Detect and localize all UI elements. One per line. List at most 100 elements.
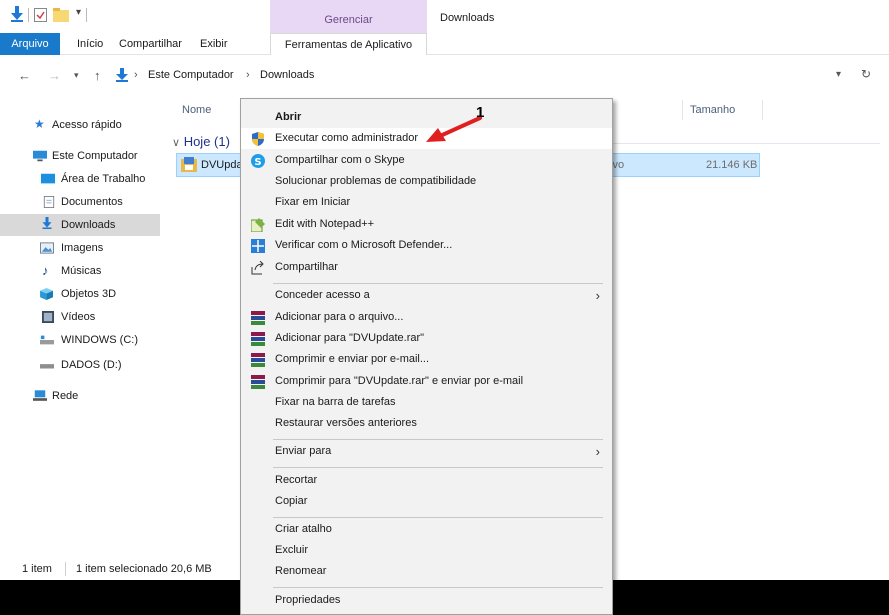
menu-item-compartilhar[interactable]: Compartilhar [241,257,612,278]
sidebar-item-dados-d[interactable]: DADOS (D:) [0,354,160,376]
menu-item-recortar[interactable]: Recortar [241,470,612,491]
file-name[interactable]: DVUpda [201,159,243,171]
sidebar-item-label: Imagens [61,242,104,254]
defender-icon [251,239,265,253]
forward-arrow-icon[interactable]: → [48,68,61,83]
menu-separator [273,517,603,518]
tab-exibir[interactable]: Exibir [193,33,235,55]
drive-icon [40,364,54,369]
sidebar-item-label: Este Computador [52,150,138,162]
menu-item-adicionar-rar[interactable]: Adicionar para "DVUpdate.rar" [241,328,612,349]
computer-icon [33,150,47,162]
status-selection: 1 item selecionado 20,6 MB [76,563,212,575]
menu-separator [273,467,603,468]
menu-separator [273,587,603,588]
menu-separator [273,283,603,284]
menu-item-compartilhar-skype[interactable]: S Compartilhar com o Skype [241,150,612,171]
new-folder-icon[interactable] [53,8,69,22]
sidebar-item-label: Rede [52,390,79,402]
download-icon [116,68,128,82]
annotation-number: 1 [476,104,485,121]
column-separator[interactable] [762,100,763,120]
network-icon [33,390,47,401]
drive-icon [40,335,54,345]
sidebar-item-videos[interactable]: Vídeos [0,306,160,328]
divider [86,8,87,22]
column-header-size[interactable]: Tamanho [690,104,735,116]
sidebar-item-area-de-trabalho[interactable]: Área de Trabalho [0,168,160,190]
back-arrow-icon[interactable]: ← [18,68,31,83]
menu-item-fixar-barra-tarefas[interactable]: Fixar na barra de tarefas [241,392,612,413]
sidebar-item-este-computador[interactable]: Este Computador [0,145,160,167]
winrar-icon [251,311,265,325]
manage-label: Gerenciar [324,14,373,26]
winrar-icon [251,332,265,346]
menu-item-copiar[interactable]: Copiar [241,491,612,512]
column-separator[interactable] [682,100,683,120]
download-icon[interactable] [10,6,24,22]
sidebar-item-rede[interactable]: Rede [0,385,160,407]
chevron-down-icon[interactable]: ▾ [836,69,841,80]
sidebar-item-objetos-3d[interactable]: Objetos 3D [0,283,160,305]
menu-item-solucionar-problemas[interactable]: Solucionar problemas de compatibilidade [241,171,612,192]
menu-item-enviar-para[interactable]: Enviar para › [241,441,612,462]
file-size: 21.146 KB [706,159,758,171]
group-label: Hoje (1) [183,134,230,149]
menu-item-restaurar-versoes[interactable]: Restaurar versões anteriores [241,413,612,434]
sidebar-item-documentos[interactable]: Documentos [0,191,160,213]
tab-ferramentas[interactable]: Ferramentas de Aplicativo [270,33,427,55]
menu-item-adicionar-arquivo[interactable]: Adicionar para o arquivo... [241,307,612,328]
tab-compartilhar[interactable]: Compartilhar [112,33,189,55]
tab-inicio[interactable]: Início [70,33,110,55]
sidebar-item-label: Documentos [61,196,123,208]
breadcrumb-downloads[interactable]: Downloads [260,69,314,81]
chevron-right-icon: › [595,444,600,459]
share-icon [251,261,264,275]
sidebar-item-label: Vídeos [61,311,96,323]
menu-item-edit-notepad[interactable]: Edit with Notepad++ [241,214,612,235]
sidebar-item-musicas[interactable]: ♪ Músicas [0,260,160,282]
column-header-name[interactable]: Nome [182,104,211,116]
svg-text:S: S [254,157,261,168]
menu-separator [273,439,603,440]
menu-item-comprimir-rar-email[interactable]: Comprimir para "DVUpdate.rar" e enviar p… [241,371,612,392]
sidebar-item-label: DADOS (D:) [61,359,122,371]
star-icon: ★ [34,117,45,131]
divider [65,562,66,576]
sidebar-item-imagens[interactable]: Imagens [0,237,160,259]
breadcrumb-separator: › [246,69,250,81]
window-title: Downloads [440,12,495,24]
menu-item-verificar-defender[interactable]: Verificar com o Microsoft Defender... [241,235,612,256]
music-icon: ♪ [42,263,49,278]
tab-arquivo[interactable]: Arquivo [0,33,60,55]
refresh-icon[interactable]: ↻ [861,67,871,81]
navigation-pane: ★ Acesso rápido Este Computador Área de … [0,97,160,557]
menu-item-criar-atalho[interactable]: Criar atalho [241,519,612,540]
menu-item-conceder-acesso[interactable]: Conceder acesso a › [241,285,612,306]
sidebar-item-label: WINDOWS (C:) [61,334,138,346]
sidebar-item-label: Músicas [61,265,102,277]
breadcrumb-este-computador[interactable]: Este Computador [148,69,234,81]
chevron-down-icon[interactable]: ▾ [74,70,79,81]
address-bar[interactable]: › Este Computador › Downloads [114,64,854,88]
menu-item-fixar-em-iniciar[interactable]: Fixar em Iniciar [241,192,612,213]
up-arrow-icon[interactable]: ↑ [94,68,101,83]
winrar-icon [251,353,265,367]
group-header[interactable]: ∨ Hoje (1) [172,134,230,149]
chevron-down-icon[interactable]: ▾ [76,7,81,18]
menu-item-renomear[interactable]: Renomear [241,561,612,582]
download-icon [42,217,52,229]
menu-item-propriedades[interactable]: Propriedades [241,590,612,611]
address-row: ← → ▾ ↑ › Este Computador › Downloads ▾ … [0,55,889,97]
installer-icon [181,157,197,172]
sidebar-item-windows-c[interactable]: WINDOWS (C:) [0,329,160,351]
desktop-icon [41,173,55,184]
menu-item-comprimir-email[interactable]: Comprimir e enviar por e-mail... [241,349,612,370]
sidebar-item-label: Downloads [61,219,116,231]
sidebar-item-downloads[interactable]: Downloads [0,214,160,236]
sidebar-item-label: Objetos 3D [61,288,117,300]
cube-icon [40,288,53,300]
properties-icon[interactable] [34,8,47,22]
menu-item-excluir[interactable]: Excluir [241,540,612,561]
sidebar-item-acesso-rapido[interactable]: ★ Acesso rápido [0,114,160,136]
